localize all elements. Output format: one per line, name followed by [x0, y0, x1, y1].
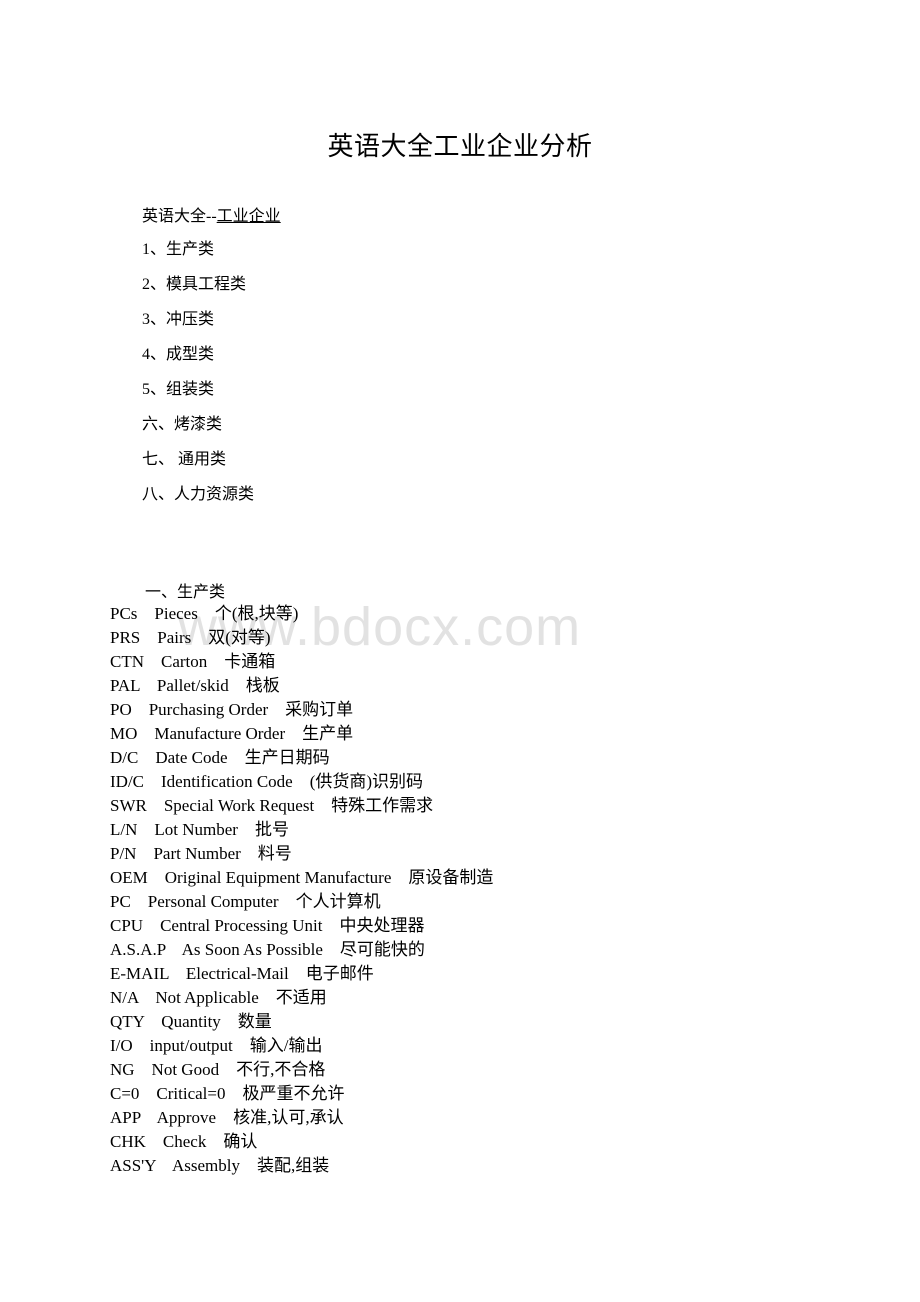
subtitle-prefix: 英语大全--: [142, 208, 217, 225]
list-item: 3、冲压类: [142, 311, 215, 328]
glossary-entry: QTY Quantity 数量: [110, 1012, 272, 1031]
glossary-entry: P/N Part Number 料号: [110, 844, 292, 863]
glossary-entry: CHK Check 确认: [110, 1132, 258, 1151]
page-title: 英语大全工业企业分析: [327, 132, 593, 161]
glossary-entry: D/C Date Code 生产日期码: [110, 748, 330, 767]
glossary-entry: APP Approve 核准,认可,承认: [110, 1108, 344, 1127]
list-item: 4、成型类: [142, 346, 215, 363]
list-item: 七、 通用类: [142, 451, 227, 468]
outline-list: 1、生产类 2、模具工程类 3、冲压类 4、成型类 5、组装类 六、烤漆类 七、…: [142, 240, 254, 520]
glossary-entry: NG Not Good 不行,不合格: [110, 1060, 326, 1079]
section-heading-production: 一、生产类: [145, 584, 226, 601]
glossary-entry: C=0 Critical=0 极严重不允许: [110, 1084, 345, 1103]
glossary-entry: OEM Original Equipment Manufacture 原设备制造: [110, 868, 494, 887]
glossary-entry: PCs Pieces 个(根,块等): [110, 604, 299, 623]
list-item: 1、生产类: [142, 241, 215, 258]
glossary-entry: A.S.A.P As Soon As Possible 尽可能快的: [110, 940, 425, 959]
list-item: 5、组装类: [142, 381, 215, 398]
list-item: 六、烤漆类: [142, 416, 223, 433]
glossary-entry: L/N Lot Number 批号: [110, 820, 289, 839]
glossary-entry: N/A Not Applicable 不适用: [110, 988, 327, 1007]
glossary-entry: ID/C Identification Code (供货商)识别码: [110, 772, 424, 791]
glossary-entry: PAL Pallet/skid 栈板: [110, 676, 280, 695]
glossary-entry: CPU Central Processing Unit 中央处理器: [110, 916, 425, 935]
list-item: 2、模具工程类: [142, 276, 247, 293]
subtitle-link[interactable]: 工业企业: [217, 208, 281, 225]
glossary-entry: SWR Special Work Request 特殊工作需求: [110, 796, 434, 815]
glossary-entry: PO Purchasing Order 采购订单: [110, 700, 354, 719]
glossary-list: PCs Pieces 个(根,块等) PRS Pairs 双(对等) CTN C…: [110, 602, 493, 1178]
document-page: www.bdocx.com 英语大全工业企业分析 英语大全--工业企业 1、生产…: [0, 0, 920, 1302]
glossary-entry: E-MAIL Electrical-Mail 电子邮件: [110, 964, 374, 983]
glossary-entry: ASS'Y Assembly 装配,组装: [110, 1156, 330, 1175]
glossary-entry: PC Personal Computer 个人计算机: [110, 892, 381, 911]
document-subtitle: 英语大全--工业企业: [142, 202, 281, 226]
glossary-entry: I/O input/output 输入/输出: [110, 1036, 323, 1055]
list-item: 八、人力资源类: [142, 486, 255, 503]
glossary-entry: PRS Pairs 双(对等): [110, 628, 271, 647]
glossary-entry: MO Manufacture Order 生产单: [110, 724, 354, 743]
glossary-entry: CTN Carton 卡通箱: [110, 652, 276, 671]
